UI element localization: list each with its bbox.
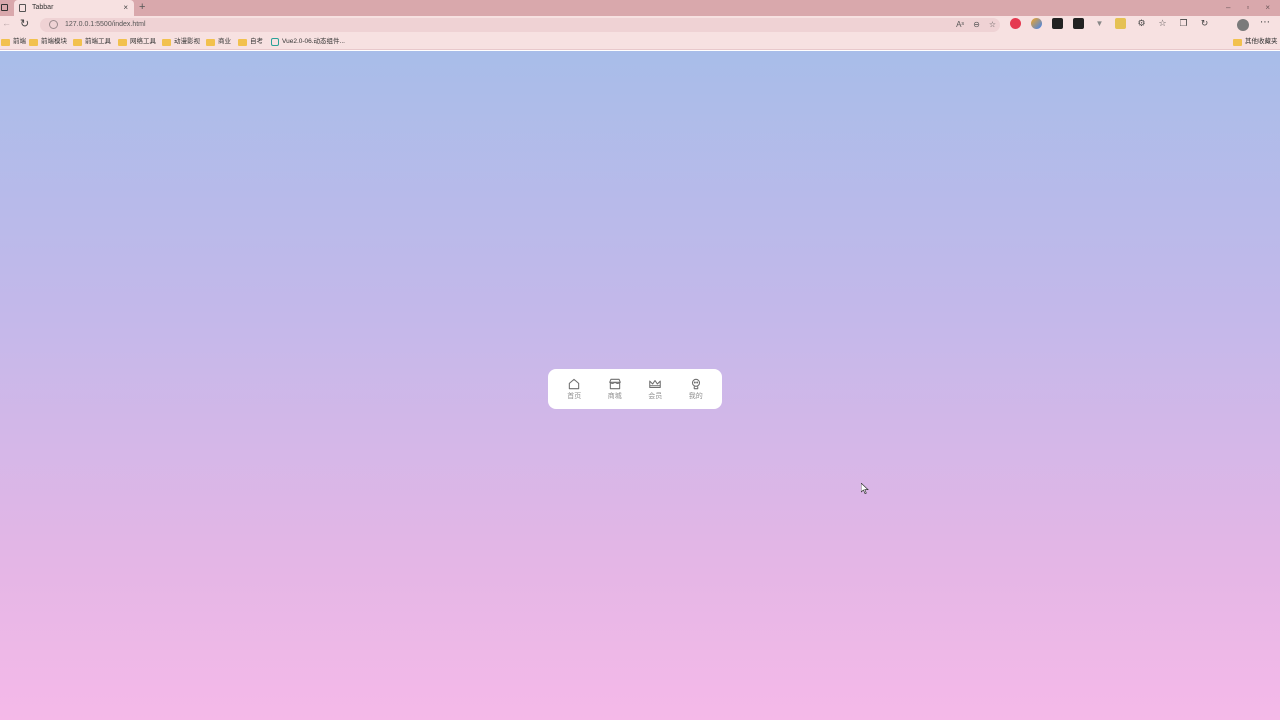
page-icon xyxy=(19,4,26,12)
extension-icon[interactable] xyxy=(1031,18,1042,29)
url-text[interactable]: 127.0.0.1:5500/index.html xyxy=(65,19,146,31)
tab-title: Tabbar xyxy=(32,4,54,11)
restore-button[interactable]: ▫ xyxy=(1246,1,1249,14)
minimize-button[interactable]: – xyxy=(1226,1,1230,14)
folder-icon xyxy=(73,38,82,46)
address-bar-actions: Aˢ ⊖ ☆ xyxy=(956,18,996,32)
address-bar[interactable]: 127.0.0.1:5500/index.html Aˢ ⊖ ☆ xyxy=(40,18,1000,32)
folder-icon xyxy=(118,38,127,46)
folder-icon xyxy=(162,38,171,46)
close-window-button[interactable]: × xyxy=(1265,1,1270,14)
site-info-icon[interactable] xyxy=(49,20,58,29)
browser-tab[interactable]: Tabbar × xyxy=(14,0,134,16)
folder-icon xyxy=(206,38,215,46)
bookmark-folder[interactable]: 自考 xyxy=(238,37,263,47)
other-bookmarks-folder[interactable]: 其他收藏夹 xyxy=(1233,37,1278,47)
new-tab-button[interactable]: + xyxy=(139,1,145,14)
bookmark-folder[interactable]: 前端模块 xyxy=(29,37,67,47)
tab-label: 我的 xyxy=(688,393,703,400)
extension-icon[interactable] xyxy=(1052,18,1063,29)
folder-icon xyxy=(1233,38,1242,46)
home-icon xyxy=(569,378,580,390)
tab-strip: Tabbar × + – ▫ × xyxy=(0,0,1280,16)
favorites-icon[interactable]: ☆ xyxy=(1157,18,1168,29)
read-aloud-icon[interactable]: Aˢ xyxy=(956,18,964,32)
bookmark-label: 动漫影视 xyxy=(174,38,200,45)
extension-icon[interactable]: ▼ xyxy=(1094,18,1105,29)
page-viewport: 首页 商城 会员 我的 xyxy=(0,51,1280,720)
favorite-star-icon[interactable]: ☆ xyxy=(989,18,996,32)
tab-home[interactable]: 首页 xyxy=(556,377,592,401)
tab-label: 商城 xyxy=(607,393,622,400)
extension-icon[interactable] xyxy=(1010,18,1021,29)
collections-icon[interactable]: ❐ xyxy=(1178,18,1189,29)
crown-icon xyxy=(649,379,662,389)
bookmark-label: 自考 xyxy=(250,38,263,45)
folder-icon xyxy=(29,38,38,46)
bookmark-folder[interactable]: 商业 xyxy=(206,37,231,47)
page-icon xyxy=(271,38,279,46)
folder-icon xyxy=(1,38,10,46)
extensions-puzzle-icon[interactable]: ⚙ xyxy=(1136,18,1147,29)
tab-actions-icon[interactable] xyxy=(1,4,8,11)
folder-icon xyxy=(238,38,247,46)
tab-store[interactable]: 商城 xyxy=(597,377,633,401)
extensions-bar: ▼ ⚙ ☆ ❐ ↻ xyxy=(1010,18,1210,29)
tabbar: 首页 商城 会员 我的 xyxy=(548,369,722,409)
extension-icon[interactable] xyxy=(1115,18,1126,29)
store-icon xyxy=(608,378,621,390)
reload-icon[interactable]: ↻ xyxy=(20,17,29,30)
bookmark-label: 网络工具 xyxy=(130,38,156,45)
tab-member[interactable]: 会员 xyxy=(637,377,673,401)
bookmark-label: 商业 xyxy=(218,38,231,45)
bookmark-folder[interactable]: 动漫影视 xyxy=(162,37,200,47)
user-icon xyxy=(691,378,700,390)
bookmark-folder[interactable]: 前端 xyxy=(1,37,26,47)
window-controls: – ▫ × xyxy=(1226,1,1270,14)
tab-label: 会员 xyxy=(648,393,663,400)
bookmarks-bar: 前端 前端模块 前端工具 网络工具 动漫影视 商业 自考 Vue2.0-06.动… xyxy=(0,34,1280,50)
profile-avatar[interactable] xyxy=(1237,19,1249,31)
bookmark-label: Vue2.0-06.动态组件... xyxy=(282,38,345,45)
tab-label: 首页 xyxy=(567,393,582,400)
bookmark-label: 前端 xyxy=(13,38,26,45)
back-icon[interactable]: ← xyxy=(2,18,11,28)
close-tab-icon[interactable]: × xyxy=(123,2,128,14)
bookmark-label: 前端模块 xyxy=(41,38,67,45)
bookmark-folder[interactable]: 前端工具 xyxy=(73,37,111,47)
tab-mine[interactable]: 我的 xyxy=(678,377,714,401)
bookmark-folder[interactable]: 网络工具 xyxy=(118,37,156,47)
bookmark-label: 前端工具 xyxy=(85,38,111,45)
history-icon[interactable]: ↻ xyxy=(1199,18,1210,29)
bookmark-label: 其他收藏夹 xyxy=(1245,38,1278,45)
bookmark-link[interactable]: Vue2.0-06.动态组件... xyxy=(271,37,345,47)
extension-icon[interactable] xyxy=(1073,18,1084,29)
zoom-icon[interactable]: ⊖ xyxy=(973,18,980,32)
more-menu-icon[interactable]: ⋯ xyxy=(1260,17,1270,28)
mouse-cursor-icon xyxy=(861,483,869,494)
